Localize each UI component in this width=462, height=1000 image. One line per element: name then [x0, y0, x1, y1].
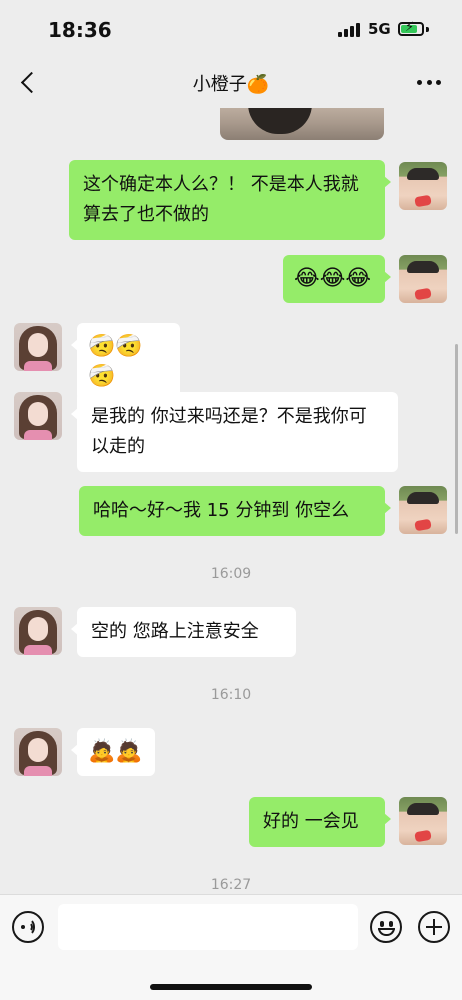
message-bubble-received[interactable]: 是我的 你过来吗还是？不是我你可以走的: [71, 392, 398, 472]
message-bubble-received[interactable]: 🙇🙇: [71, 728, 155, 776]
home-indicator[interactable]: [150, 984, 312, 990]
message-bubble-sent[interactable]: 😂😂😂: [283, 255, 391, 303]
chat-title: 小橙子🍊: [192, 74, 270, 95]
timestamp: 16:27: [210, 877, 252, 893]
battery-cap: [426, 27, 429, 32]
scrollbar[interactable]: [455, 344, 458, 534]
emoji-smile-icon[interactable]: [370, 911, 402, 943]
message-bubble-sent[interactable]: 这个确定本人么？！ 不是本人我就算去了也不做的: [69, 160, 391, 240]
voice-icon[interactable]: [12, 911, 44, 943]
message-input[interactable]: [58, 904, 358, 950]
more-dots-icon[interactable]: [412, 70, 446, 94]
contact-avatar[interactable]: [14, 728, 62, 776]
network-type: 5G: [368, 20, 391, 38]
my-avatar[interactable]: [399, 162, 447, 210]
cellular-signal-icon: [338, 23, 362, 37]
plus-circle-icon[interactable]: [418, 911, 450, 943]
status-bar: 18:36 5G ⚡: [0, 0, 462, 58]
my-avatar[interactable]: [399, 797, 447, 845]
contact-avatar[interactable]: [14, 607, 62, 655]
my-avatar[interactable]: [399, 486, 447, 534]
charging-bolt-icon: ⚡: [405, 20, 415, 35]
message-bubble-received[interactable]: 空的 您路上注意安全: [71, 607, 296, 657]
message-bubble-sent[interactable]: 好的 一会见: [249, 797, 391, 847]
message-bubble-sent[interactable]: 哈哈～好～我 15 分钟到 你空么: [79, 486, 391, 536]
my-avatar[interactable]: [399, 255, 447, 303]
timestamp: 16:10: [210, 687, 252, 703]
contact-avatar[interactable]: [14, 323, 62, 371]
contact-avatar[interactable]: [14, 392, 62, 440]
chat-header: 小橙子🍊: [0, 58, 462, 108]
status-time: 18:36: [48, 18, 112, 42]
message-bubble-received[interactable]: 🤕🤕🤕: [71, 323, 180, 401]
message-list[interactable]: 这个确定本人么？！ 不是本人我就算去了也不做的 😂😂😂 🤕🤕🤕 是我的 你过来吗…: [0, 108, 462, 894]
timestamp: 16:09: [210, 566, 252, 582]
image-message[interactable]: [220, 108, 384, 140]
